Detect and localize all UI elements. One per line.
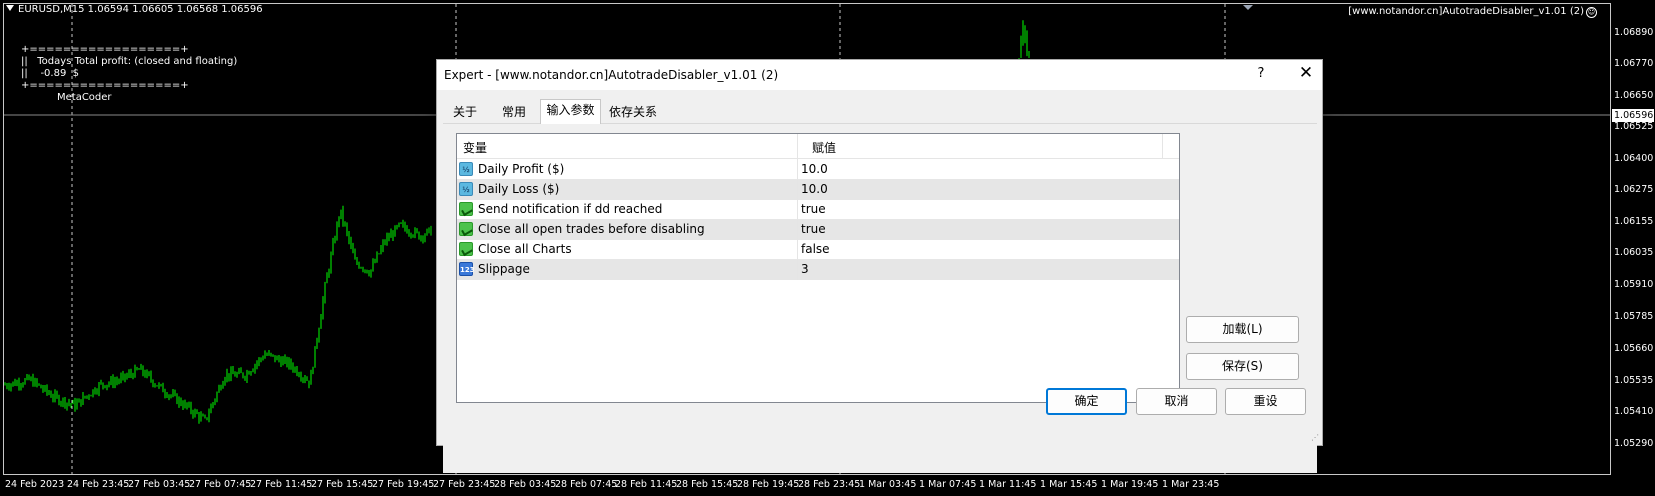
variable-name: Daily Profit ($) [478,162,565,176]
column-divider[interactable] [797,134,798,159]
time-tick-label: 28 Feb 03:45 [494,479,557,490]
price-tick-label: 1.05660 [1614,343,1654,354]
price-tick-label: 1.06400 [1614,153,1654,164]
cell-divider [797,199,798,220]
variable-value[interactable]: true [801,222,826,236]
tab-common[interactable]: 常用 [491,102,537,123]
reset-button[interactable]: 重设 [1225,388,1306,415]
time-tick-label: 1 Mar 11:45 [979,479,1037,490]
cancel-button[interactable]: 取消 [1136,388,1217,415]
bool-icon [459,202,473,216]
grid-header: 变量 赋值 [457,134,1179,159]
cell-divider [797,159,798,180]
ok-button[interactable]: 确定 [1046,388,1127,415]
variable-value[interactable]: 3 [801,262,809,276]
time-tick-label: 1 Mar 03:45 [859,479,917,490]
inputs-grid: 变量 赋值 ½ Daily Profit ($) 10.0 ½ Daily Lo… [456,133,1180,403]
price-tick-label: 1.06770 [1614,58,1654,69]
time-tick-label: 27 Feb 07:45 [189,479,252,490]
price-tick-label: 1.05535 [1614,375,1654,386]
half-icon: ½ [459,162,473,176]
time-tick-label: 24 Feb 23:45 [67,479,130,490]
close-button[interactable]: ✕ [1296,63,1316,83]
variable-name: Send notification if dd reached [478,202,663,216]
expert-advisor-label: [www.notandor.cn]AutotradeDisabler_v1.01… [1348,6,1597,18]
price-tick-label: 1.06035 [1614,247,1654,258]
load-button[interactable]: 加载(L) [1186,316,1299,343]
time-tick-label: 1 Mar 07:45 [919,479,977,490]
ea-name: [www.notandor.cn]AutotradeDisabler_v1.01… [1348,6,1584,17]
overlay-profit-heading: || Todays Total profit: (closed and floa… [21,56,238,67]
variable-name: Close all Charts [478,242,572,256]
half-icon: ½ [459,182,473,196]
tab-dependencies[interactable]: 依存关系 [603,102,663,123]
variable-value[interactable]: true [801,202,826,216]
save-button[interactable]: 保存(S) [1186,353,1299,380]
time-tick-label: 27 Feb 23:45 [433,479,496,490]
price-tick-label: 1.06275 [1614,184,1654,195]
time-tick-label: 27 Feb 11:45 [250,479,313,490]
time-tick-label: 28 Feb 15:45 [676,479,739,490]
column-header-variable[interactable]: 变量 [463,139,487,156]
chart-symbol-title: EURUSD,M15 1.06594 1.06605 1.06568 1.065… [6,4,263,15]
table-row[interactable]: Close all Charts false [457,239,1179,260]
overlay-author: MetaCoder [57,92,112,103]
time-tick-label: 1 Mar 19:45 [1101,479,1159,490]
price-tick-label: 1.06155 [1614,216,1654,227]
bool-icon [459,222,473,236]
expert-properties-dialog: Expert - [www.notandor.cn]AutotradeDisab… [436,59,1323,473]
overlay-border-top: +==================+ [21,44,189,55]
current-price-label: 1.06596 [1612,109,1654,122]
table-row[interactable]: 123 Slippage 3 [457,259,1179,280]
price-tick-label: 1.05290 [1614,438,1654,449]
cell-divider [797,219,798,240]
bool-icon [459,242,473,256]
table-row[interactable]: ½ Daily Profit ($) 10.0 [457,159,1179,180]
cell-divider [797,239,798,260]
time-tick-label: 1 Mar 23:45 [1162,479,1220,490]
chart-title-text: EURUSD,M15 1.06594 1.06605 1.06568 1.065… [18,4,263,15]
table-row[interactable]: ½ Daily Loss ($) 10.0 [457,179,1179,200]
variable-name: Close all open trades before disabling [478,222,705,236]
dialog-titlebar[interactable]: Expert - [www.notandor.cn]AutotradeDisab… [437,60,1322,90]
variable-value[interactable]: false [801,242,830,256]
column-divider[interactable] [1162,134,1163,159]
price-tick-label: 1.05410 [1614,406,1654,417]
price-tick-label: 1.06525 [1614,121,1654,132]
help-button[interactable]: ? [1253,66,1269,81]
time-tick-label: 28 Feb 19:45 [737,479,800,490]
time-tick-label: 28 Feb 23:45 [798,479,861,490]
table-row[interactable]: Send notification if dd reached true [457,199,1179,220]
price-tick-label: 1.05785 [1614,311,1654,322]
overlay-border-bottom: +==================+ [21,80,189,91]
time-tick-label: 27 Feb 03:45 [128,479,191,490]
overlay-profit-value: || -0.89 $ [21,68,80,79]
dialog-title: Expert - [www.notandor.cn]AutotradeDisab… [444,68,779,82]
resize-grip-icon[interactable]: ⋰ [1311,434,1320,443]
time-tick-label: 1 Mar 15:45 [1040,479,1098,490]
smiley-icon[interactable]: ☺ [1586,7,1597,18]
chart-menu-triangle-icon[interactable] [6,5,14,11]
tab-inputs[interactable]: 输入参数 [540,99,601,124]
tab-about[interactable]: 关于 [443,102,487,123]
time-tick-label: 28 Feb 07:45 [555,479,618,490]
price-tick-label: 1.06650 [1614,90,1654,101]
table-row[interactable]: Close all open trades before disabling t… [457,219,1179,240]
price-tick-label: 1.06890 [1614,27,1654,38]
variable-name: Daily Loss ($) [478,182,560,196]
cell-divider [797,179,798,200]
cell-divider [797,259,798,280]
variable-value[interactable]: 10.0 [801,182,828,196]
time-tick-label: 24 Feb 2023 [5,479,65,490]
time-tick-label: 27 Feb 19:45 [372,479,435,490]
time-tick-label: 28 Feb 11:45 [615,479,678,490]
int-icon: 123 [459,262,475,276]
column-header-value[interactable]: 赋值 [812,139,836,156]
variable-name: Slippage [478,262,530,276]
price-tick-label: 1.05910 [1614,279,1654,290]
time-tick-label: 27 Feb 15:45 [311,479,374,490]
variable-value[interactable]: 10.0 [801,162,828,176]
